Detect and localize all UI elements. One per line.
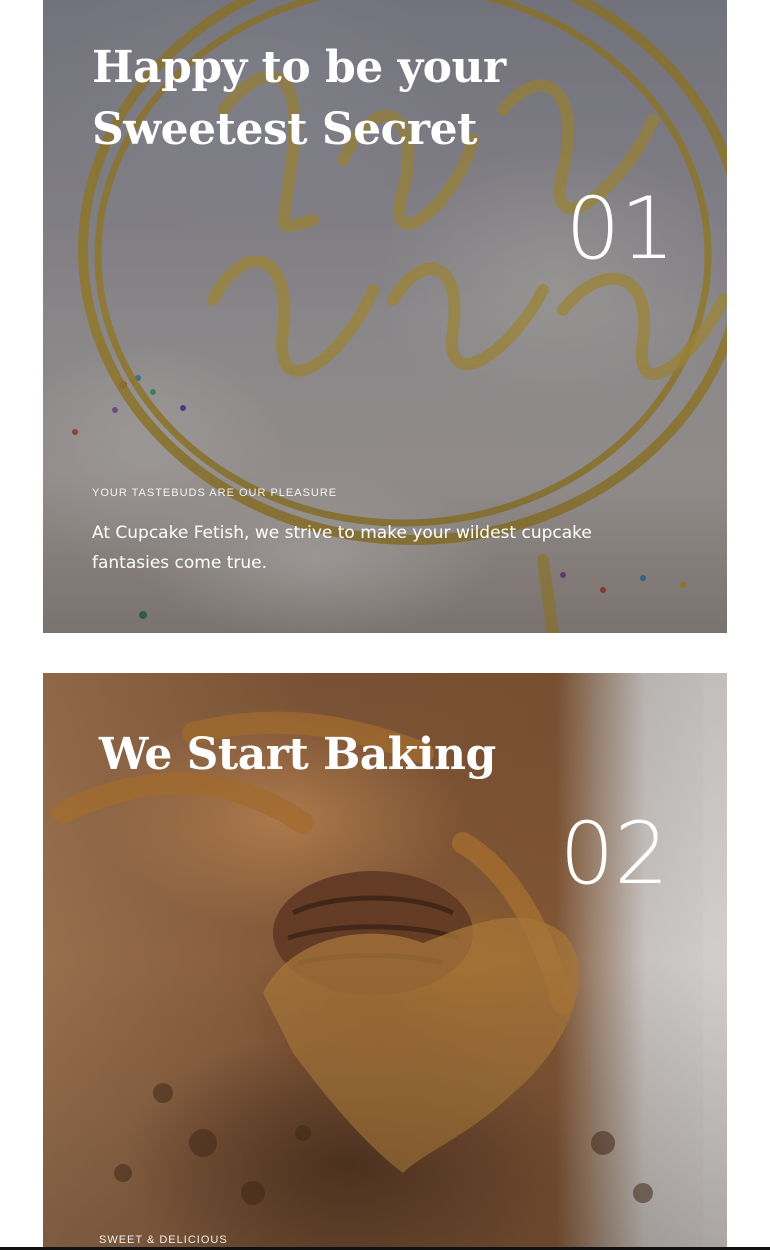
feature-title-line-1: Happy to be your [92,42,506,93]
feature-number: 02 [559,804,669,904]
feature-eyebrow: YOUR TASTEBUDS ARE OUR PLEASURE [92,487,338,499]
feature-title-line-2: Sweetest Secret [92,104,477,155]
feature-description: At Cupcake Fetish, we strive to make you… [92,523,592,573]
feature-title: Happy to be your Sweetest Secret [92,37,652,161]
feature-number: 01 [565,179,675,279]
feature-title: We Start Baking [99,729,496,780]
feature-card-1: Happy to be your Sweetest Secret 01 YOUR… [43,0,727,633]
feature-card-2: We Start Baking 02 SWEET & DELICIOUS [43,673,727,1250]
feature-eyebrow: SWEET & DELICIOUS [99,1234,228,1246]
